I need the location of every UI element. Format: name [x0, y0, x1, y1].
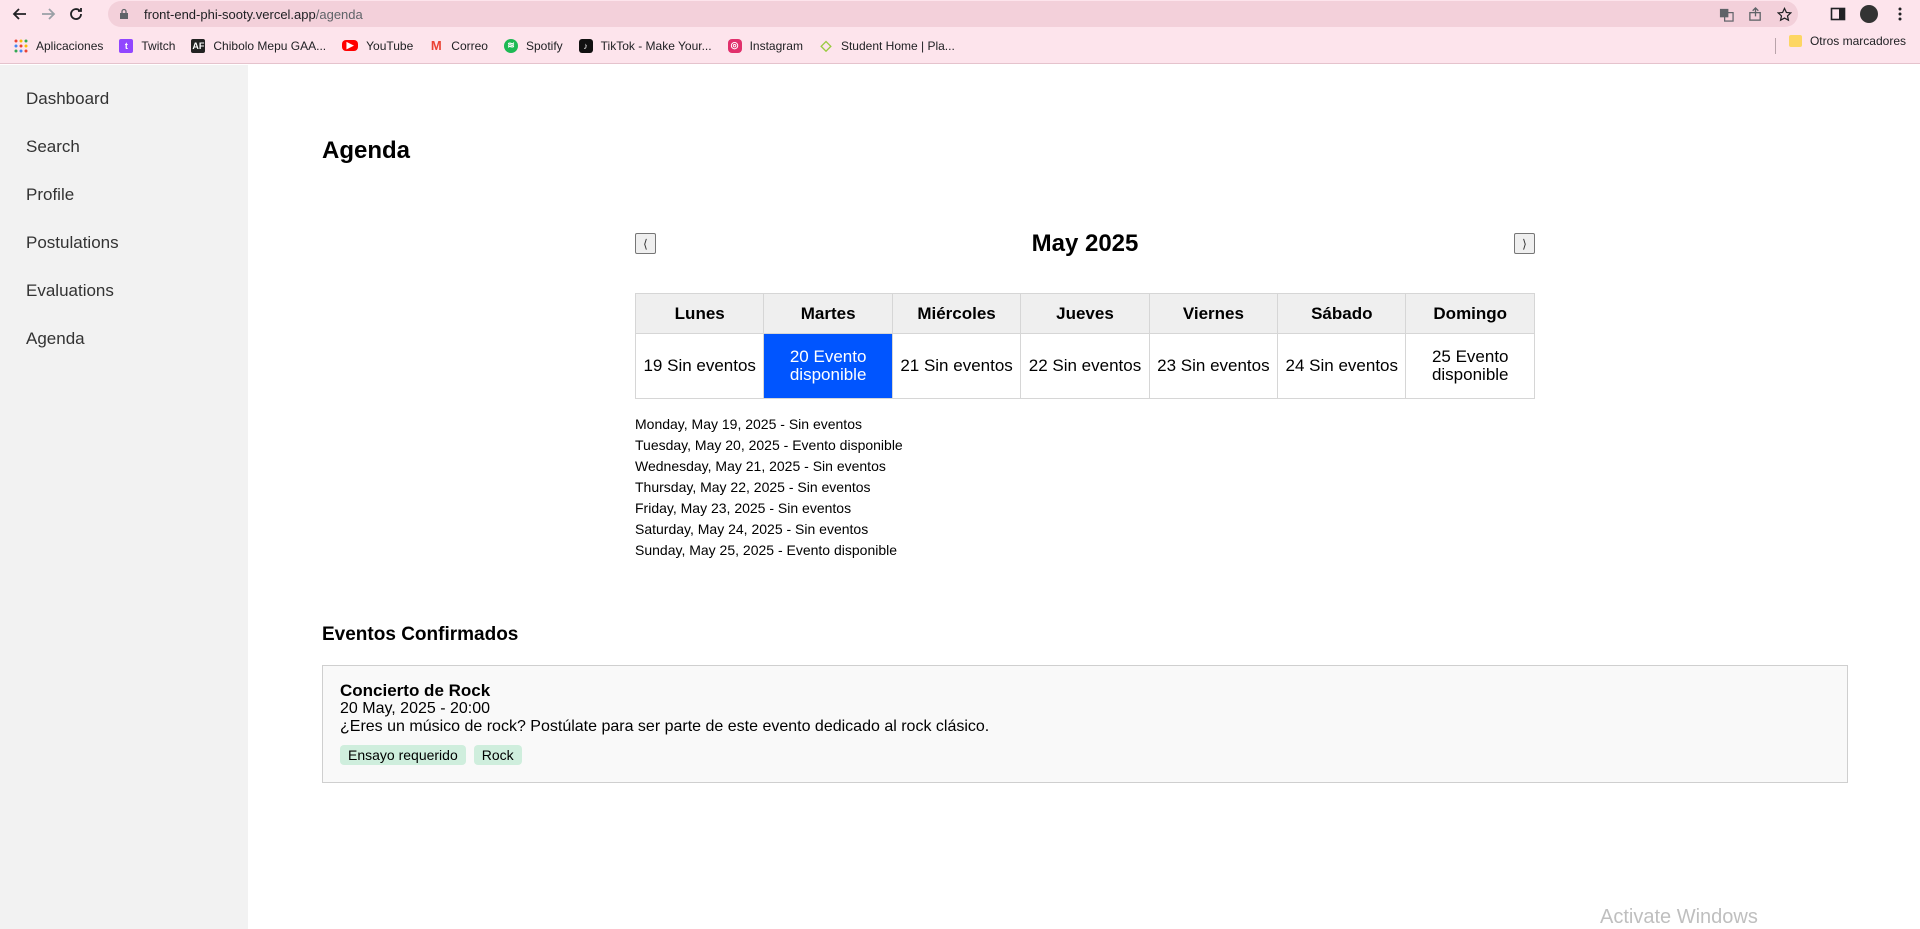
- bookmark-label: Student Home | Pla...: [840, 38, 955, 53]
- bookmark-youtube[interactable]: ▶ YouTube: [342, 34, 413, 58]
- bookmark-label: YouTube: [366, 38, 414, 53]
- bookmark-platzi[interactable]: ◇ Student Home | Pla...: [819, 34, 955, 58]
- arrow-right-icon: [42, 8, 56, 20]
- weekday-header: Miércoles: [891, 293, 1022, 334]
- sidebar: Dashboard Search Profile Postulations Ev…: [0, 65, 248, 929]
- reload-button[interactable]: [62, 0, 90, 28]
- bookmark-twitch[interactable]: t Twitch: [119, 34, 175, 58]
- url-host: front-end-phi-sooty.vercel.app: [144, 6, 316, 22]
- bookmark-label: Instagram: [749, 38, 803, 53]
- bookmark-tiktok[interactable]: ♪ TikTok - Make Your...: [578, 34, 712, 58]
- other-bookmarks[interactable]: Otros marcadores: [1788, 34, 1906, 48]
- bookmark-aplicaciones[interactable]: Aplicaciones: [14, 34, 103, 58]
- share-icon[interactable]: [1748, 6, 1763, 22]
- activate-windows-watermark: Activate Windows: [1600, 906, 1758, 928]
- platzi-icon: ◇: [820, 37, 832, 53]
- bookmark-separator: [1775, 38, 1776, 54]
- calendar-day-cell[interactable]: 22 Sin eventos: [1020, 333, 1150, 399]
- weekday-header: Lunes: [634, 293, 765, 334]
- bookmark-label: Chibolo Mepu GAA...: [213, 38, 327, 53]
- page-title: Agenda: [322, 137, 411, 164]
- day-summary-list: Monday, May 19, 2025 - Sin eventos Tuesd…: [635, 414, 903, 561]
- event-tag: Rock: [473, 745, 522, 765]
- event-tag: Ensayo requerido: [340, 745, 466, 765]
- spotify-icon: ≋: [503, 38, 518, 53]
- folder-icon: [1788, 35, 1802, 47]
- weekday-header: Martes: [763, 293, 893, 334]
- gmail-icon: M: [430, 38, 442, 53]
- next-week-button[interactable]: ⟩: [1514, 233, 1535, 254]
- back-button[interactable]: [6, 0, 34, 28]
- bookmark-label: Twitch: [141, 38, 176, 53]
- day-summary-item: Thursday, May 22, 2025 - Sin eventos: [635, 479, 871, 495]
- browser-toolbar: front-end-phi-sooty.vercel.app/agenda: [0, 0, 1920, 28]
- side-panel-icon[interactable]: [1830, 6, 1846, 22]
- event-card[interactable]: Concierto de Rock 20 May, 2025 - 20:00 ¿…: [322, 665, 1848, 783]
- sidebar-item-dashboard[interactable]: Dashboard: [0, 75, 248, 123]
- bookmark-instagram[interactable]: ◎ Instagram: [727, 34, 803, 58]
- apps-grid-icon: [14, 39, 28, 52]
- bookmark-label: TikTok - Make Your...: [600, 38, 712, 53]
- event-description: ¿Eres un músico de rock? Postúlate para …: [340, 718, 990, 735]
- sidebar-item-agenda[interactable]: Agenda: [0, 315, 248, 363]
- weekday-header: Sábado: [1277, 293, 1407, 334]
- sidebar-item-evaluations[interactable]: Evaluations: [0, 267, 248, 315]
- af-icon: AF: [191, 38, 206, 53]
- bookmark-chibolo[interactable]: AF Chibolo Mepu GAA...: [191, 34, 326, 58]
- confirmed-events-title: Eventos Confirmados: [322, 624, 519, 645]
- weekday-header: Viernes: [1148, 293, 1279, 334]
- youtube-icon: ▶: [342, 40, 359, 51]
- reload-icon: [70, 8, 82, 20]
- bookmark-spotify[interactable]: ≋ Spotify: [503, 34, 563, 58]
- url-path: /agenda: [315, 6, 363, 22]
- bookmarks-bar: Aplicaciones t Twitch AF Chibolo Mepu GA…: [0, 28, 1920, 64]
- sidebar-item-postulations[interactable]: Postulations: [0, 219, 248, 267]
- day-summary-item: Tuesday, May 20, 2025 - Evento disponibl…: [635, 437, 903, 453]
- translate-icon[interactable]: [1719, 7, 1734, 22]
- address-bar[interactable]: front-end-phi-sooty.vercel.app/agenda: [108, 1, 1798, 27]
- lock-icon: [120, 8, 128, 19]
- calendar-day-cell[interactable]: 19 Sin eventos: [634, 333, 765, 399]
- profile-avatar[interactable]: [1860, 5, 1878, 23]
- day-summary-item: Sunday, May 25, 2025 - Evento disponible: [635, 542, 898, 558]
- other-bookmarks-label: Otros marcadores: [1809, 34, 1906, 48]
- bookmark-label: Spotify: [525, 38, 563, 53]
- calendar-day-cell[interactable]: 20 Evento disponible: [763, 333, 893, 399]
- day-summary-item: Friday, May 23, 2025 - Sin eventos: [635, 500, 852, 516]
- menu-kebab-icon[interactable]: [1892, 6, 1908, 22]
- calendar-day-cell[interactable]: 23 Sin eventos: [1148, 333, 1279, 399]
- sidebar-item-profile[interactable]: Profile: [0, 171, 248, 219]
- weekday-header: Jueves: [1020, 293, 1150, 334]
- arrow-left-icon: [12, 8, 26, 20]
- calendar-month: May 2025: [1031, 230, 1139, 257]
- bookmark-correo[interactable]: M Correo: [429, 34, 488, 58]
- tiktok-icon: ♪: [578, 38, 593, 53]
- forward-button[interactable]: [34, 0, 62, 28]
- calendar-day-cell[interactable]: 24 Sin eventos: [1277, 333, 1407, 399]
- calendar-table: Lunes Martes Miércoles Jueves Viernes Sá…: [634, 293, 1535, 399]
- instagram-icon: ◎: [727, 38, 742, 53]
- weekday-header: Domingo: [1405, 293, 1535, 334]
- day-summary-item: Monday, May 19, 2025 - Sin eventos: [635, 416, 862, 432]
- calendar-day-cell[interactable]: 21 Sin eventos: [891, 333, 1022, 399]
- main-content: Agenda ⟨ May 2025 ⟩ Lunes Martes Miércol…: [248, 65, 1920, 929]
- event-tags: Ensayo requerido Rock: [340, 745, 1830, 765]
- event-title: Concierto de Rock: [340, 681, 491, 700]
- event-date: 20 May, 2025 - 20:00: [340, 700, 491, 717]
- bookmark-label: Correo: [451, 38, 488, 53]
- calendar-header: ⟨ May 2025 ⟩: [635, 227, 1535, 263]
- url-text: front-end-phi-sooty.vercel.app/agenda: [144, 7, 363, 22]
- sidebar-item-search[interactable]: Search: [0, 123, 248, 171]
- day-summary-item: Saturday, May 24, 2025 - Sin eventos: [635, 521, 869, 537]
- bookmark-label: Aplicaciones: [36, 38, 104, 53]
- calendar-day-cell[interactable]: 25 Evento disponible: [1405, 333, 1535, 399]
- day-summary-item: Wednesday, May 21, 2025 - Sin eventos: [635, 458, 886, 474]
- twitch-icon: t: [119, 38, 134, 53]
- star-icon[interactable]: [1777, 6, 1792, 22]
